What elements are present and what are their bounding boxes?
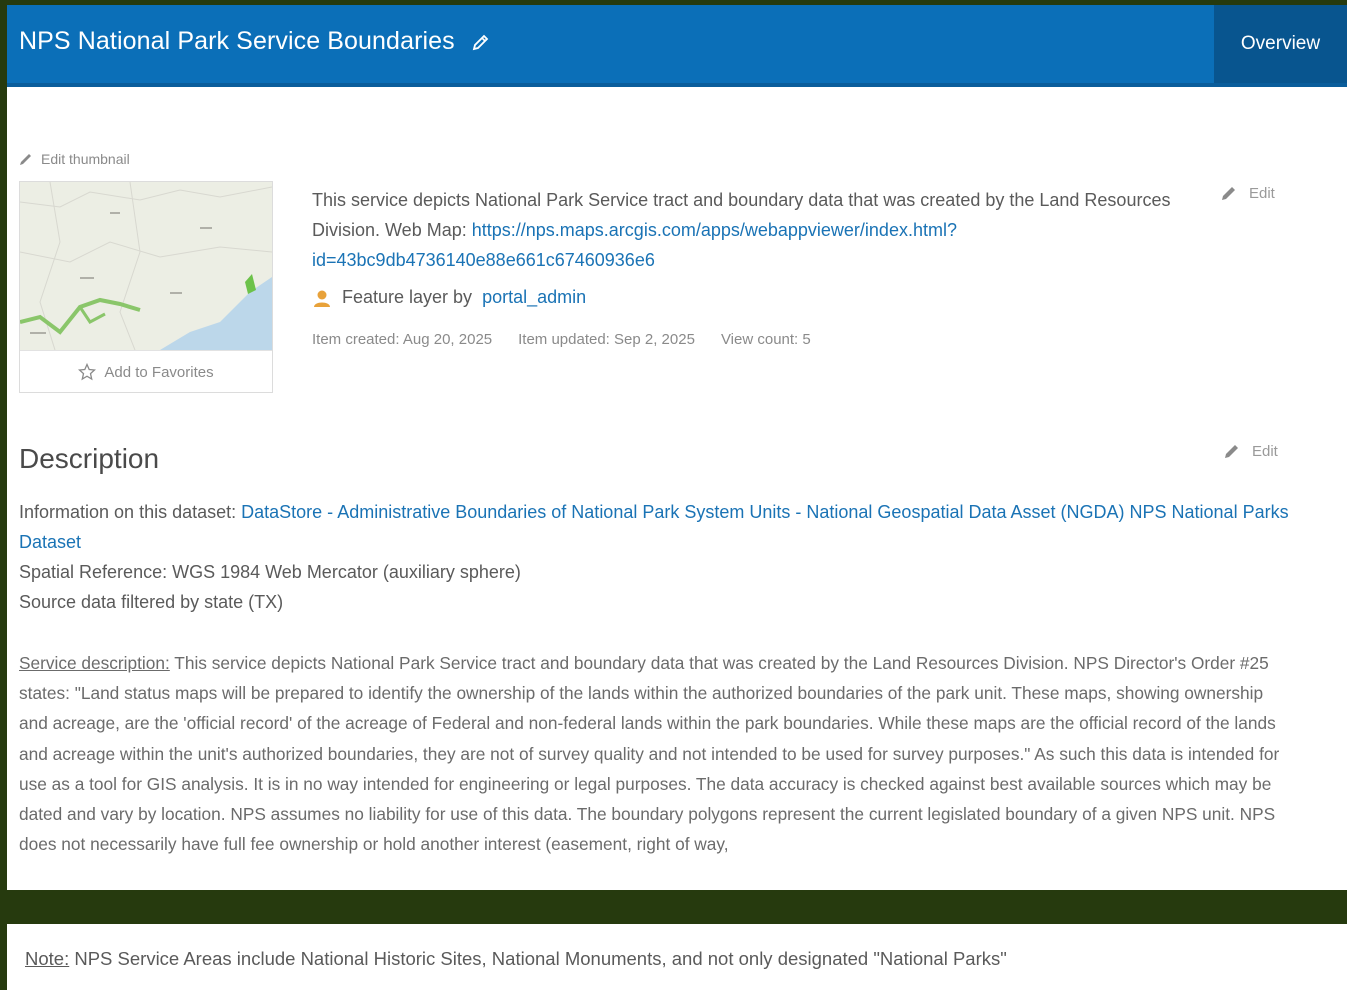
edit-summary-button[interactable]: Edit xyxy=(1219,183,1275,203)
note-bar: Note: NPS Service Areas include National… xyxy=(7,924,1347,990)
view-count: View count: 5 xyxy=(720,331,811,348)
edit-title-icon[interactable] xyxy=(471,32,491,57)
pencil-icon xyxy=(1222,187,1235,200)
service-description: Service description: This service depict… xyxy=(19,648,1294,859)
note: Note: NPS Service Areas include National… xyxy=(25,948,1007,970)
add-to-favorites-button[interactable]: Add to Favorites xyxy=(20,350,272,393)
owner-row: Feature layer by portal_admin xyxy=(312,287,586,308)
owner-prefix: Feature layer by xyxy=(342,287,473,307)
item-page-panel: NPS National Park Service Boundaries Ove… xyxy=(7,5,1347,890)
tab-overview[interactable]: Overview xyxy=(1214,5,1347,83)
thumbnail-card: Add to Favorites xyxy=(19,181,273,393)
edit-thumbnail-button[interactable]: Edit thumbnail xyxy=(19,151,130,167)
note-text: NPS Service Areas include National Histo… xyxy=(69,948,1007,969)
spatial-reference: Spatial Reference: WGS 1984 Web Mercator… xyxy=(19,562,521,582)
service-description-label: Service description: xyxy=(19,653,170,673)
source-filter: Source data filtered by state (TX) xyxy=(19,592,284,612)
star-icon xyxy=(78,363,97,381)
edit-description-button[interactable]: Edit xyxy=(1222,441,1278,461)
dataset-info-line: Information on this dataset: DataStore -… xyxy=(19,497,1294,557)
service-description-text: This service depicts National Park Servi… xyxy=(19,653,1280,855)
edit-description-label: Edit xyxy=(1252,442,1278,460)
owner-link[interactable]: portal_admin xyxy=(482,287,586,308)
description-body: Information on this dataset: DataStore -… xyxy=(19,497,1294,617)
pencil-icon xyxy=(20,154,31,165)
item-created: Item created: Aug 20, 2025 xyxy=(312,331,493,348)
pencil-icon xyxy=(1225,445,1238,458)
user-icon xyxy=(314,290,330,307)
item-title: NPS National Park Service Boundaries xyxy=(19,27,455,55)
edit-summary-label: Edit xyxy=(1249,184,1275,202)
thumbnail-map-image[interactable] xyxy=(20,182,272,350)
description-heading: Description xyxy=(19,443,160,474)
add-to-favorites-label: Add to Favorites xyxy=(104,363,214,381)
note-label: Note: xyxy=(25,948,70,969)
item-metadata: Item created: Aug 20, 2025 Item updated:… xyxy=(312,331,811,348)
edit-thumbnail-label: Edit thumbnail xyxy=(41,151,130,167)
item-header: NPS National Park Service Boundaries Ove… xyxy=(7,5,1347,87)
dataset-info-prefix: Information on this dataset: xyxy=(19,502,242,522)
item-updated: Item updated: Sep 2, 2025 xyxy=(518,331,695,348)
item-summary: This service depicts National Park Servi… xyxy=(312,185,1192,275)
